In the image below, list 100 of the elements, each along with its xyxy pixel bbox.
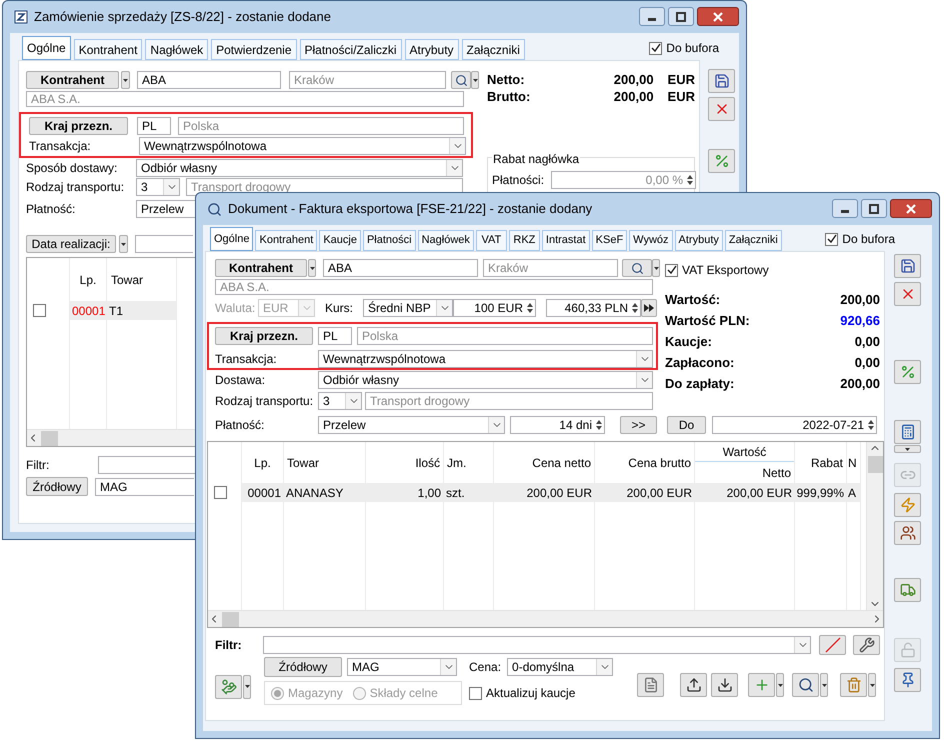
tab[interactable]: Nagłówek <box>418 230 474 251</box>
tab[interactable]: Kontrahent <box>74 39 142 60</box>
tab[interactable]: RKZ <box>508 230 540 251</box>
dropdown[interactable]: MAG <box>347 658 457 676</box>
scrollbar[interactable] <box>27 429 197 446</box>
spin-field[interactable]: 2022-07-21 <box>712 416 877 434</box>
checkbox-label[interactable]: Aktualizuj kaucje <box>486 684 576 702</box>
close-button[interactable] <box>697 7 739 26</box>
dropdown[interactable]: Odbiór własny <box>318 371 653 389</box>
tab[interactable]: Załączniki <box>724 230 782 251</box>
save-button[interactable] <box>708 69 735 93</box>
source-button[interactable]: Źródłowy <box>264 657 342 677</box>
checkbox[interactable] <box>649 42 662 54</box>
menu-button[interactable] <box>243 674 251 698</box>
menu-button[interactable] <box>652 259 660 277</box>
dropdown[interactable]: Wewnątrzwspólnotowa <box>318 350 653 368</box>
text-field[interactable]: MAG <box>95 478 194 496</box>
scroll-thumb[interactable] <box>41 430 58 446</box>
checkbox-label[interactable]: Do bufora <box>666 39 719 57</box>
wrench-button[interactable] <box>853 635 880 655</box>
country-button[interactable]: Kraj przezn. <box>215 327 313 345</box>
tab[interactable]: Nagłówek <box>145 39 208 60</box>
checkbox-label[interactable]: Do bufora <box>842 230 895 248</box>
text-field[interactable] <box>135 235 193 253</box>
menu-button[interactable] <box>308 259 316 277</box>
tab[interactable]: Ogólne <box>210 227 254 251</box>
maximize-button[interactable] <box>668 7 694 26</box>
percent-button[interactable] <box>894 360 921 384</box>
minimize-button[interactable] <box>639 7 665 26</box>
menu-button[interactable] <box>776 673 784 697</box>
checkbox[interactable] <box>665 264 678 276</box>
dropdown[interactable]: 3 <box>318 392 362 410</box>
maximize-button[interactable] <box>861 199 887 218</box>
search-button[interactable] <box>792 673 819 697</box>
contractor-button[interactable]: Kontrahent <box>26 71 119 89</box>
save-button[interactable] <box>894 254 921 278</box>
date-button[interactable]: Data realizacji: <box>26 235 116 253</box>
menu-button[interactable] <box>868 673 876 697</box>
calculator-button[interactable] <box>894 420 921 444</box>
due-button[interactable]: Do <box>667 416 706 434</box>
tab[interactable]: Wywóz <box>629 230 673 251</box>
text-field[interactable]: PL <box>137 117 171 135</box>
menu-button[interactable] <box>820 673 828 697</box>
hand-coins-button[interactable] <box>215 674 242 698</box>
download-button[interactable] <box>711 673 738 697</box>
dropdown[interactable]: Przelew <box>318 416 505 434</box>
slash-button[interactable] <box>819 635 846 655</box>
minimize-button[interactable] <box>832 199 858 218</box>
menu-button[interactable] <box>894 445 921 453</box>
tab[interactable]: Potwierdzenie <box>211 39 296 60</box>
tab[interactable]: Atrybuty <box>674 230 723 251</box>
tab[interactable]: Intrastat <box>542 230 590 251</box>
percent-button[interactable] <box>708 149 735 173</box>
dropdown[interactable]: 0-domyślna <box>507 658 614 676</box>
text-field[interactable]: ABA <box>137 71 281 89</box>
truck-button[interactable] <box>894 578 921 602</box>
tab[interactable]: Atrybuty <box>404 39 459 60</box>
search-button[interactable] <box>451 71 471 89</box>
forward-button[interactable]: >> <box>620 416 657 434</box>
tab[interactable]: Płatności/Zaliczki <box>300 39 402 60</box>
country-button[interactable]: Kraj przezn. <box>29 117 128 135</box>
scroll-thumb[interactable] <box>868 456 882 473</box>
dropdown[interactable]: Odbiór własny <box>136 159 463 177</box>
checkbox[interactable] <box>214 486 227 499</box>
document-button[interactable] <box>637 673 664 697</box>
contractor-button[interactable]: Kontrahent <box>215 259 307 277</box>
source-button[interactable]: Źródłowy <box>26 477 88 496</box>
users-button[interactable] <box>894 521 921 545</box>
upload-button[interactable] <box>680 673 707 697</box>
scroll-thumb[interactable] <box>222 612 239 626</box>
checkbox-label[interactable]: VAT Eksportowy <box>682 261 769 279</box>
text-field[interactable]: Przelew <box>136 200 196 218</box>
checkbox[interactable] <box>33 304 46 317</box>
pin-button[interactable] <box>894 668 921 692</box>
menu-button[interactable] <box>471 71 479 89</box>
tab[interactable]: Kontrahent <box>255 230 318 251</box>
spin-field[interactable]: 100 EUR <box>453 299 536 317</box>
tab[interactable]: Kaucje <box>319 230 361 251</box>
scrollbar[interactable] <box>208 610 883 627</box>
fast-forward-button[interactable] <box>641 299 657 317</box>
dropdown[interactable]: 3 <box>136 178 180 196</box>
menu-button[interactable] <box>121 71 130 89</box>
search-button[interactable] <box>622 259 652 277</box>
dropdown[interactable]: Średni NBP <box>363 299 453 317</box>
text-field[interactable]: PL <box>318 327 352 345</box>
spin-field[interactable]: 0,00 % <box>551 171 696 189</box>
close-button[interactable] <box>890 199 932 218</box>
scrollbar[interactable] <box>866 442 883 610</box>
tab[interactable]: Załączniki <box>462 39 525 60</box>
spin-field[interactable]: 460,33 PLN <box>546 299 641 317</box>
tab[interactable]: KSeF <box>592 230 628 251</box>
text-field[interactable] <box>98 456 197 474</box>
checkbox[interactable] <box>469 686 482 700</box>
menu-button[interactable] <box>119 235 128 253</box>
dropdown[interactable]: Wewnątrzwspólnotowa <box>139 137 466 155</box>
spin-field[interactable]: 14 dni <box>510 416 605 434</box>
checkbox[interactable] <box>825 232 838 246</box>
text-field[interactable]: ABA <box>323 259 478 277</box>
tab[interactable]: VAT <box>476 230 507 251</box>
tab[interactable]: Płatności <box>362 230 416 251</box>
